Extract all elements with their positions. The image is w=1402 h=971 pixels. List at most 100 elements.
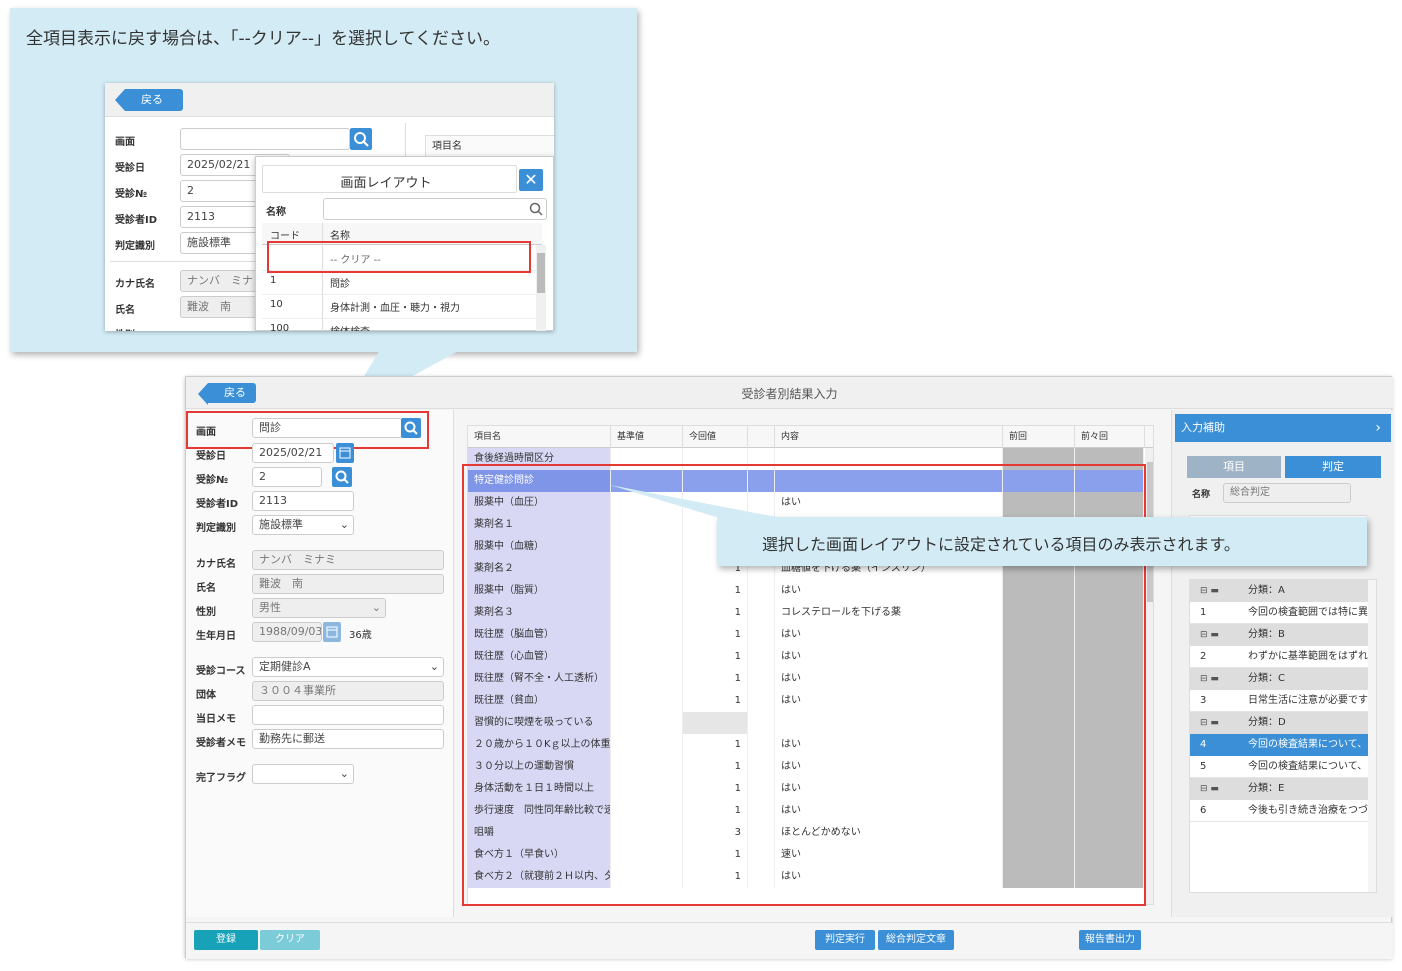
inset-screen-input[interactable] bbox=[180, 128, 350, 150]
col-previous2[interactable]: 前々回 bbox=[1075, 426, 1145, 448]
inset-label-sex: 性別 bbox=[115, 326, 135, 331]
assist-name-input: 総合判定 bbox=[1223, 483, 1351, 503]
folder-icon: ⊟ ▬ bbox=[1190, 712, 1242, 734]
report-output-button[interactable]: 報告書出力 bbox=[1079, 930, 1141, 950]
close-icon[interactable]: ✕ bbox=[519, 169, 543, 191]
judge-text: 分類：A bbox=[1242, 580, 1368, 602]
search-icon[interactable] bbox=[528, 201, 544, 221]
memo-input[interactable] bbox=[252, 705, 444, 725]
col-previous[interactable]: 前回 bbox=[1003, 426, 1075, 448]
judge-row[interactable]: 5 今回の検査結果について、 bbox=[1190, 756, 1368, 778]
judge-text: 今回の検査結果について、 bbox=[1248, 761, 1368, 772]
judge-select[interactable]: 施設標準 ⌄ bbox=[252, 515, 354, 535]
date-input[interactable]: 2025/02/21 bbox=[252, 443, 334, 463]
judge-exec-button[interactable]: 判定実行 bbox=[815, 930, 875, 950]
list-scrollbar[interactable] bbox=[1368, 580, 1376, 892]
popup-row[interactable]: 1 問診 bbox=[262, 271, 536, 295]
judge-text: 分類：B bbox=[1242, 624, 1368, 646]
folder-icon: ⊟ ▬ bbox=[1190, 668, 1242, 690]
col-content[interactable]: 内容 bbox=[775, 426, 1003, 448]
judge-text: 日常生活に注意が必要です bbox=[1248, 695, 1368, 706]
label-id: 受診者ID bbox=[196, 499, 239, 510]
assist-name-label: 名称 bbox=[1192, 490, 1211, 500]
register-button[interactable]: 登録 bbox=[194, 930, 258, 950]
inset-back-button[interactable]: 戻る bbox=[115, 89, 183, 111]
popup-row[interactable]: 100 検体検査 bbox=[262, 319, 536, 331]
search-icon[interactable] bbox=[332, 467, 352, 487]
popup-search-label: 名称 bbox=[266, 207, 286, 218]
inset-label-id: 受診者ID bbox=[115, 215, 158, 226]
judge-code: 1 bbox=[1200, 607, 1207, 618]
inset-label-no: 受診№ bbox=[115, 189, 148, 200]
judge-code: 2 bbox=[1200, 651, 1207, 662]
calendar-icon[interactable] bbox=[323, 622, 341, 642]
overall-judge-button[interactable]: 総合判定文章 bbox=[878, 930, 954, 950]
judge-row[interactable]: 1 今回の検査範囲では特に異 bbox=[1190, 602, 1368, 624]
inset-label-name: 氏名 bbox=[115, 305, 135, 316]
judge-text: 今回の検査結果について、 bbox=[1242, 734, 1368, 756]
inset-label-judge: 判定識別 bbox=[115, 241, 155, 252]
popup-col-name: 名称 bbox=[330, 231, 350, 242]
note-pointer bbox=[610, 485, 776, 517]
judge-group-row[interactable]: ⊟ ▬ 分類：A bbox=[1190, 580, 1368, 602]
calendar-icon[interactable] bbox=[336, 443, 354, 463]
clear-button[interactable]: クリア bbox=[260, 930, 320, 950]
judge-group-row[interactable]: ⊟ ▬ 分類：D bbox=[1190, 712, 1368, 734]
chevron-right-icon: › bbox=[1375, 420, 1381, 436]
judge-group-row[interactable]: ⊟ ▬ 分類：E bbox=[1190, 778, 1368, 800]
kana-input: ナンバ ミナミ bbox=[252, 550, 444, 570]
judge-text: 今後も引き続き治療をつづ bbox=[1248, 805, 1368, 816]
judge-list: ⊟ ▬ 分類：A 1 今回の検査範囲では特に異 ⊟ ▬ 分類：B 2 わずかに基準範囲をはずれ… bbox=[1189, 579, 1377, 893]
judge-text: わずかに基準範囲をはずれ bbox=[1248, 651, 1368, 662]
judge-row[interactable]: 4 今回の検査結果について、 bbox=[1190, 734, 1368, 756]
inset-label-date: 受診日 bbox=[115, 163, 145, 174]
id-input[interactable]: 2113 bbox=[252, 491, 354, 511]
judge-group-row[interactable]: ⊟ ▬ 分類：C bbox=[1190, 668, 1368, 690]
course-select[interactable]: 定期健診A ⌄ bbox=[252, 657, 444, 677]
judge-code: 3 bbox=[1200, 695, 1207, 706]
popup-scrollbar[interactable] bbox=[536, 245, 546, 331]
tab-judge[interactable]: 判定 bbox=[1285, 456, 1381, 478]
col-blank[interactable] bbox=[748, 426, 775, 448]
label-name: 氏名 bbox=[196, 583, 216, 594]
judge-row[interactable]: 6 今後も引き続き治療をつづ bbox=[1190, 800, 1368, 822]
inset-label-screen: 画面 bbox=[115, 137, 135, 148]
instruction-callout: 全項目表示に戻す場合は、「--クリア--」を選択してください。 戻る 画面 受診… bbox=[10, 8, 637, 352]
tab-item[interactable]: 項目 bbox=[1187, 456, 1281, 478]
age-label: 36歳 bbox=[349, 630, 372, 641]
main-window: 戻る 受診者別結果入力 画面 問診 受診日 2025/02/21 受診№ 2 受… bbox=[185, 376, 1393, 959]
folder-icon: ⊟ ▬ bbox=[1190, 624, 1242, 646]
popup-row[interactable]: 10 身体計測・血圧・聴力・視力 bbox=[262, 295, 536, 319]
judge-code: 4 bbox=[1190, 734, 1242, 756]
judge-text: 分類：E bbox=[1242, 778, 1368, 800]
label-date: 受診日 bbox=[196, 451, 226, 462]
page-title: 受診者別結果入力 bbox=[741, 387, 838, 401]
search-icon[interactable] bbox=[350, 128, 372, 150]
judge-code: 5 bbox=[1200, 761, 1207, 772]
inset-label-kana: カナ氏名 bbox=[115, 279, 155, 290]
label-pmemo: 受診者メモ bbox=[196, 738, 246, 749]
folder-icon: ⊟ ▬ bbox=[1190, 778, 1242, 800]
no-input[interactable]: 2 bbox=[252, 467, 322, 487]
assist-header[interactable]: 入力補助 › bbox=[1175, 414, 1391, 442]
label-sex: 性別 bbox=[196, 607, 216, 618]
label-birth: 生年月日 bbox=[196, 631, 236, 642]
name-input: 難波 南 bbox=[252, 574, 444, 594]
note-text: 選択した画面レイアウトに設定されている項目のみ表示されます。 bbox=[762, 535, 1240, 554]
col-item-name[interactable]: 項目名 bbox=[468, 426, 611, 448]
pmemo-input[interactable]: 勤務先に郵送 bbox=[252, 729, 444, 749]
group-input: ３００４事業所 bbox=[252, 681, 444, 701]
folder-icon: ⊟ ▬ bbox=[1190, 580, 1242, 602]
judge-code: 6 bbox=[1200, 805, 1207, 816]
label-kana: カナ氏名 bbox=[196, 559, 236, 570]
judge-text: 分類：D bbox=[1242, 712, 1368, 734]
note-callout: 選択した画面レイアウトに設定されている項目のみ表示されます。 bbox=[717, 517, 1367, 566]
judge-group-row[interactable]: ⊟ ▬ 分類：B bbox=[1190, 624, 1368, 646]
judge-row[interactable]: 3 日常生活に注意が必要です bbox=[1190, 690, 1368, 712]
judge-row[interactable]: 2 わずかに基準範囲をはずれ bbox=[1190, 646, 1368, 668]
col-standard[interactable]: 基準値 bbox=[611, 426, 683, 448]
flag-select[interactable]: ⌄ bbox=[252, 764, 354, 784]
popup-search-input[interactable] bbox=[323, 198, 547, 220]
clear-row-highlight bbox=[267, 241, 531, 273]
col-value[interactable]: 今回値 bbox=[683, 426, 748, 448]
